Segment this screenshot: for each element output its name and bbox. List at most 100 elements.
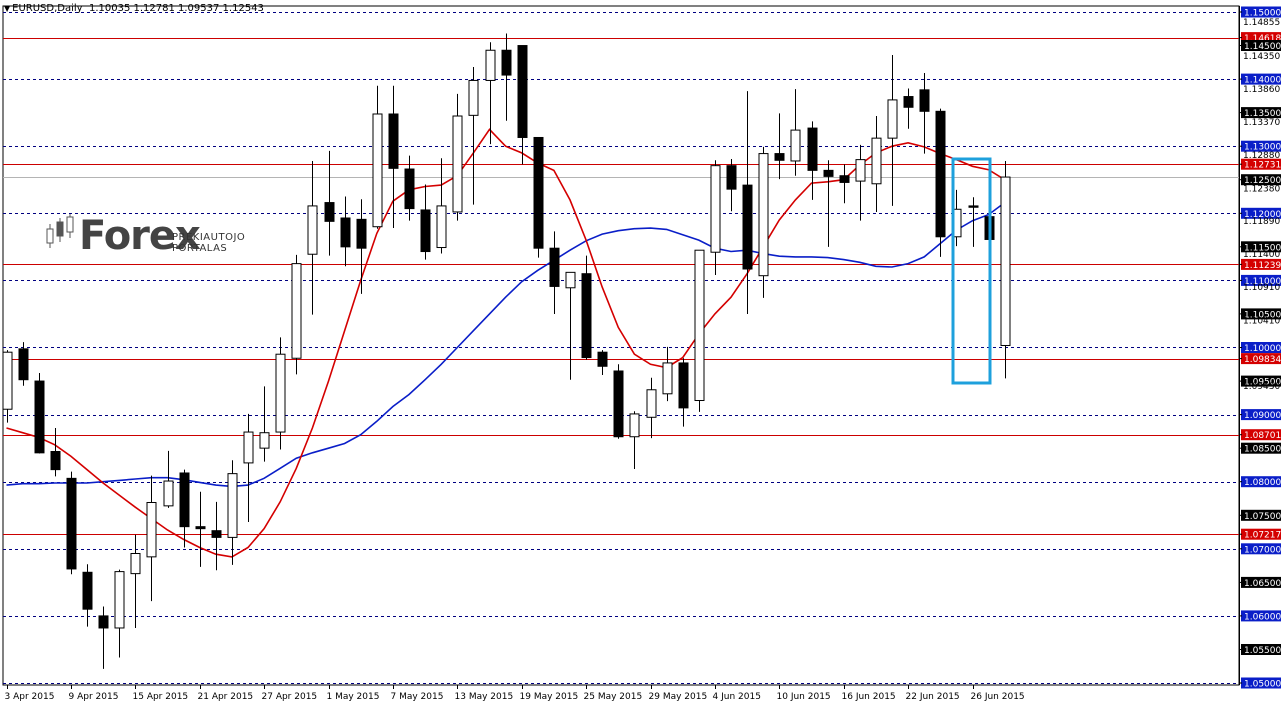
bull-candle-body xyxy=(2,351,13,410)
x-tick-label: 19 May 2015 xyxy=(520,692,579,702)
bull-candle-body xyxy=(452,115,463,213)
candle xyxy=(18,342,29,386)
price-label-23: 1.10000 xyxy=(1244,344,1281,354)
x-tick-label: 1 May 2015 xyxy=(327,692,380,702)
price-label-36: 1.05500 xyxy=(1244,646,1281,656)
x-tick-label: 7 May 2015 xyxy=(391,692,444,702)
x-tick-label: 3 Apr 2015 xyxy=(5,692,55,702)
price-label-26: 1.09430 xyxy=(1243,382,1280,392)
bull-candle-body xyxy=(372,113,383,228)
bull-candle-body xyxy=(871,137,882,185)
bear-candle-body xyxy=(98,615,109,629)
bear-candle-body xyxy=(66,477,77,570)
chart-header: ▼ EURUSD,Daily 1.10035 1.12781 1.09537 1.… xyxy=(4,3,264,14)
price-label-20: 1.10910 xyxy=(1243,283,1280,293)
bear-candle-body xyxy=(324,202,335,222)
x-tick-label: 13 May 2015 xyxy=(455,692,514,702)
bear-candle-body xyxy=(903,96,914,108)
price-label-27: 1.09000 xyxy=(1244,411,1281,421)
price-label-15: 1.11890 xyxy=(1243,217,1280,227)
bull-candle-body xyxy=(646,389,657,418)
price-label-30: 1.08000 xyxy=(1244,478,1281,488)
bull-candle-body xyxy=(468,79,479,116)
bull-candle-body xyxy=(275,353,286,433)
price-label-29: 1.08500 xyxy=(1244,445,1281,455)
bear-candle-body xyxy=(968,205,979,208)
x-tick-label: 21 Apr 2015 xyxy=(198,692,254,702)
price-label-32: 1.07217 xyxy=(1244,531,1281,541)
dropdown-triangle-icon[interactable]: ▼ xyxy=(4,4,10,13)
bull-candle-body xyxy=(485,49,496,81)
bear-candle-body xyxy=(82,571,93,610)
bull-candle-body xyxy=(307,205,318,255)
candle xyxy=(533,136,544,258)
bear-candle-body xyxy=(839,175,850,183)
price-label-22: 1.10410 xyxy=(1243,317,1280,327)
x-tick-label: 10 Jun 2015 xyxy=(777,692,831,702)
bear-candle-body xyxy=(678,362,689,409)
bear-candle-body xyxy=(340,217,351,248)
bear-candle-body xyxy=(404,168,415,210)
candle xyxy=(613,364,624,439)
candle xyxy=(758,146,769,298)
candle xyxy=(694,249,705,412)
x-tick-label: 25 May 2015 xyxy=(584,692,643,702)
price-label-3: 1.14500 xyxy=(1244,42,1281,52)
logo-subline-2: PORTALAS xyxy=(172,243,228,254)
bull-candle-body xyxy=(887,99,898,139)
price-label-31: 1.07500 xyxy=(1244,512,1281,522)
bear-candle-body xyxy=(533,136,544,249)
bear-candle-body xyxy=(807,127,818,171)
x-tick-label: 9 Apr 2015 xyxy=(69,692,119,702)
candles-logo-icon xyxy=(46,214,74,248)
candle xyxy=(935,108,946,257)
bull-candle-body xyxy=(130,552,141,575)
bear-candle-body xyxy=(211,530,222,538)
price-label-8: 1.13370 xyxy=(1243,118,1280,128)
bull-candle-body xyxy=(1000,176,1011,346)
bear-candle-body xyxy=(549,247,560,287)
bear-candle-body xyxy=(356,218,367,249)
symbol-label: EURUSD,Daily xyxy=(12,3,83,14)
x-tick-label: 16 Jun 2015 xyxy=(842,692,896,702)
bear-candle-body xyxy=(726,165,737,190)
bull-candle-body xyxy=(855,159,866,182)
x-tick-label: 4 Jun 2015 xyxy=(713,692,761,702)
bull-candle-body xyxy=(565,271,576,289)
bull-candle-body xyxy=(694,249,705,402)
price-label-35: 1.06000 xyxy=(1244,612,1281,622)
bull-candle-body xyxy=(243,431,254,464)
ohlc-label: 1.10035 1.12781 1.09537 1.12543 xyxy=(88,3,264,14)
bull-candle-body xyxy=(710,165,721,253)
bull-candle-body xyxy=(790,129,801,162)
bear-candle-body xyxy=(935,110,946,238)
price-label-17: 1.11400 xyxy=(1243,250,1280,260)
bear-candle-body xyxy=(388,113,399,169)
price-label-13: 1.12380 xyxy=(1243,184,1280,194)
bull-candle-body xyxy=(436,205,447,249)
time-axis: 3 Apr 2015 9 Apr 2015 15 Apr 2015 21 Apr 20… xyxy=(5,685,1025,702)
bull-candle-body xyxy=(662,362,673,395)
price-label-24: 1.09834 xyxy=(1244,355,1281,365)
x-tick-label: 27 Apr 2015 xyxy=(262,692,318,702)
bear-candle-body xyxy=(195,526,206,530)
bear-candle-body xyxy=(501,49,512,76)
price-label-28: 1.08701 xyxy=(1244,431,1281,441)
price-label-34: 1.06500 xyxy=(1244,579,1281,589)
price-label-33: 1.07000 xyxy=(1244,545,1281,555)
price-label-6: 1.13860 xyxy=(1243,85,1280,95)
bear-candle-body xyxy=(34,380,45,454)
x-tick-label: 15 Apr 2015 xyxy=(133,692,189,702)
bear-candle-body xyxy=(774,153,785,161)
candle xyxy=(66,471,77,575)
price-label-37: 1.05000 xyxy=(1244,680,1281,690)
price-chart: 1.150001.148551.146181.145001.143501.140… xyxy=(2,0,1283,704)
bull-candle-body xyxy=(114,571,125,629)
bear-candle-body xyxy=(581,273,592,359)
logo-subline-1: PREKIAUTOJO xyxy=(172,232,246,243)
bull-candle-body xyxy=(227,473,238,538)
bull-candle-body xyxy=(146,502,157,558)
bull-candle-body xyxy=(163,480,174,507)
bull-candle-body xyxy=(629,413,640,438)
price-label-1: 1.14855 xyxy=(1243,18,1280,28)
